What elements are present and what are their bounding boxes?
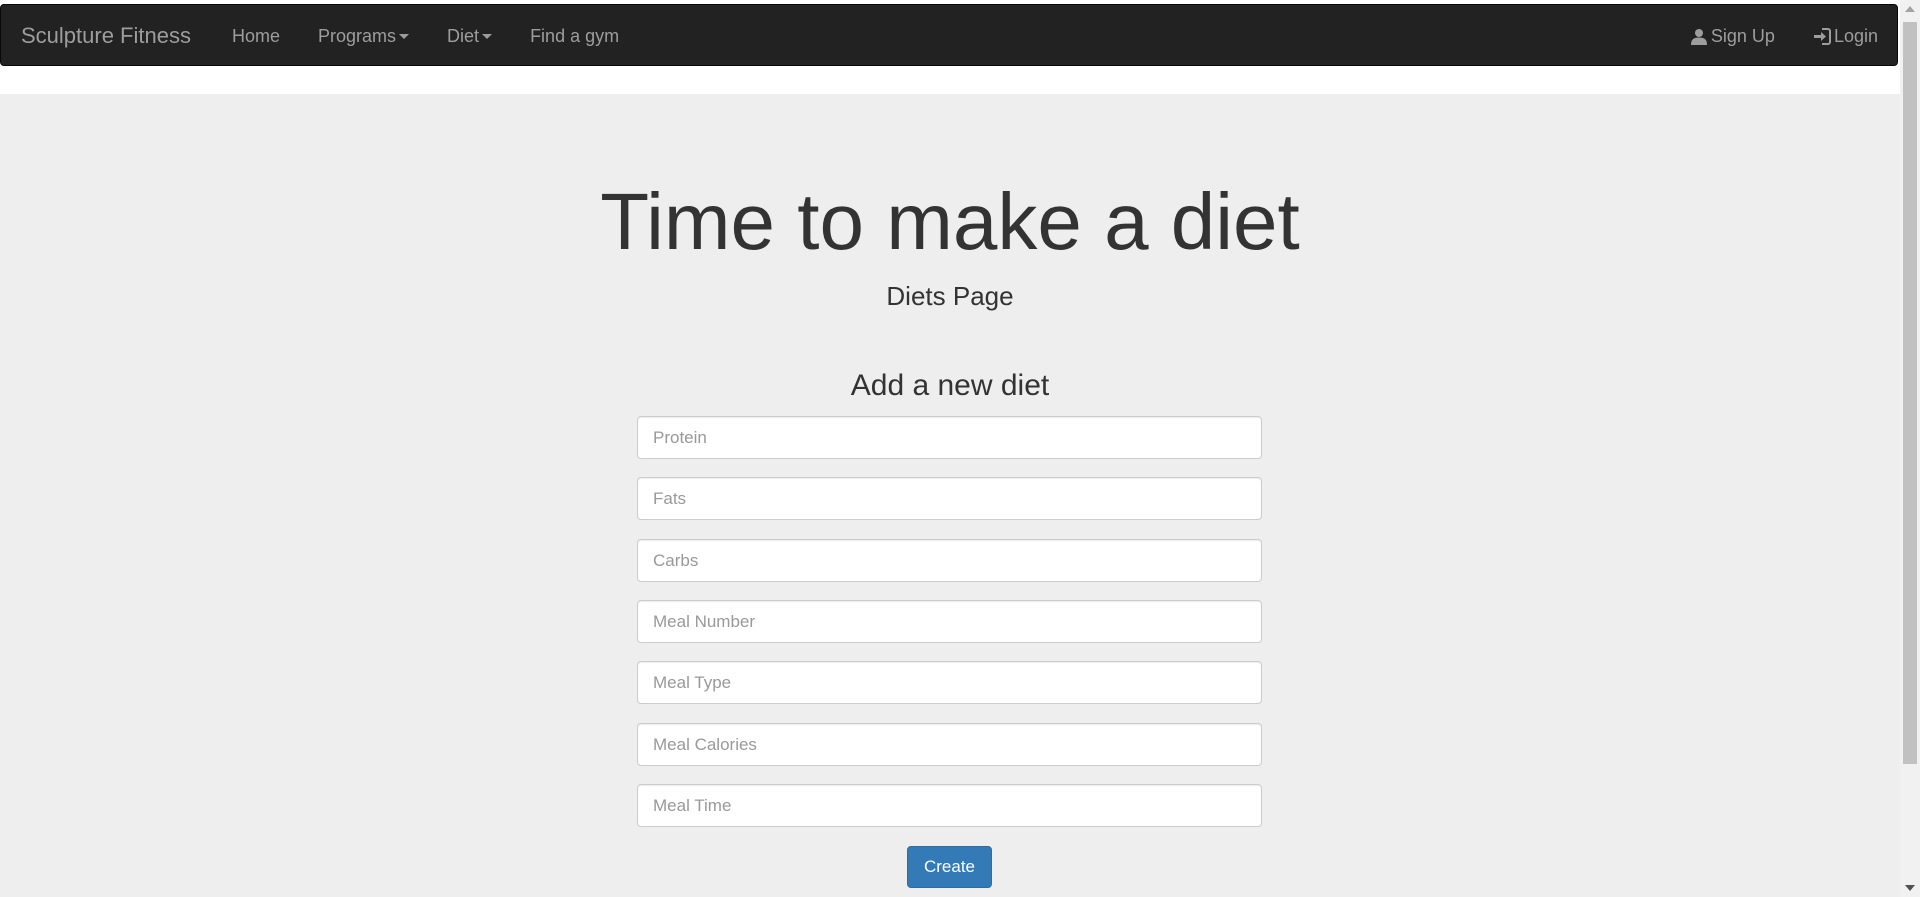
caret-down-icon: [482, 33, 493, 39]
sign-up-label: Sign Up: [1710, 26, 1775, 46]
brand-link[interactable]: Sculpture Fitness: [21, 5, 191, 67]
login-label: Login: [1833, 26, 1878, 46]
nav-find-a-gym-label: Find a gym: [530, 26, 620, 46]
top-navbar: Sculpture Fitness Home Programs Diet Fin…: [0, 4, 1898, 66]
meal-time-input[interactable]: [637, 784, 1262, 827]
scroll-down-arrow-icon[interactable]: [1905, 885, 1915, 891]
nav-account-links: Sign Up Login: [1671, 5, 1897, 67]
sign-up-link[interactable]: Sign Up: [1671, 5, 1794, 67]
nav-diet-dropdown[interactable]: Diet: [428, 5, 511, 67]
scroll-up-arrow-icon[interactable]: [1905, 6, 1915, 12]
meal-type-input[interactable]: [637, 661, 1262, 704]
viewport: Sculpture Fitness Home Programs Diet Fin…: [0, 0, 1900, 897]
nav-find-a-gym[interactable]: Find a gym: [511, 5, 638, 67]
page: Sculpture Fitness Home Programs Diet Fin…: [0, 0, 1920, 897]
page-headline: Time to make a diet: [600, 177, 1300, 266]
nav-programs-label: Programs: [318, 26, 397, 46]
fats-input[interactable]: [637, 477, 1262, 520]
vertical-scrollbar[interactable]: [1900, 0, 1920, 897]
meal-calories-input[interactable]: [637, 723, 1262, 766]
nav-diet-label: Diet: [447, 26, 480, 46]
carbs-input[interactable]: [637, 539, 1262, 582]
user-icon: [1690, 27, 1708, 45]
nav-links: Home Programs Diet Find a gym: [213, 5, 638, 67]
form-title: Add a new diet: [850, 369, 1050, 402]
nav-programs-dropdown[interactable]: Programs: [299, 5, 428, 67]
nav-home-label: Home: [232, 26, 281, 46]
protein-input[interactable]: [637, 416, 1262, 459]
log-in-icon: [1813, 27, 1831, 45]
meal-number-input[interactable]: [637, 600, 1262, 643]
page-subheading: Diets Page: [886, 281, 1014, 311]
scrollbar-thumb[interactable]: [1903, 22, 1917, 764]
login-link[interactable]: Login: [1794, 5, 1897, 67]
create-button[interactable]: Create: [907, 846, 992, 888]
nav-home[interactable]: Home: [213, 5, 299, 67]
caret-down-icon: [399, 33, 410, 39]
